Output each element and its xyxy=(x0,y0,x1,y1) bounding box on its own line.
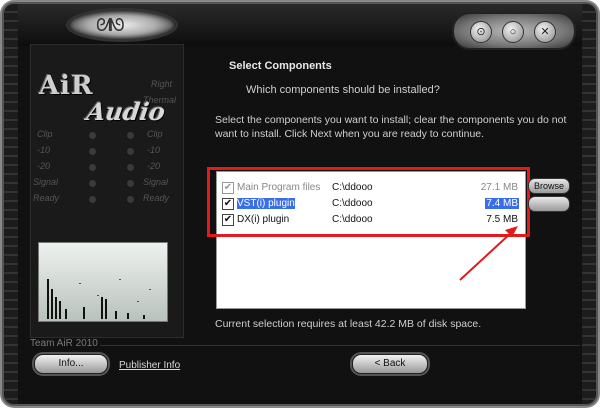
wizard-page: Select Components Which components shoul… xyxy=(4,4,596,404)
annotation-arrow xyxy=(459,226,518,281)
back-button[interactable]: < Back xyxy=(352,354,428,374)
publisher-info-link[interactable]: Publisher Info xyxy=(119,360,180,371)
disk-requirement: Current selection requires at least 42.2… xyxy=(215,318,482,330)
installer-window: ᘛᘚ ⊙ ○ ✕ AiR Audio Right Thermal Clip -1… xyxy=(4,4,596,404)
info-button[interactable]: Info... xyxy=(34,354,108,374)
